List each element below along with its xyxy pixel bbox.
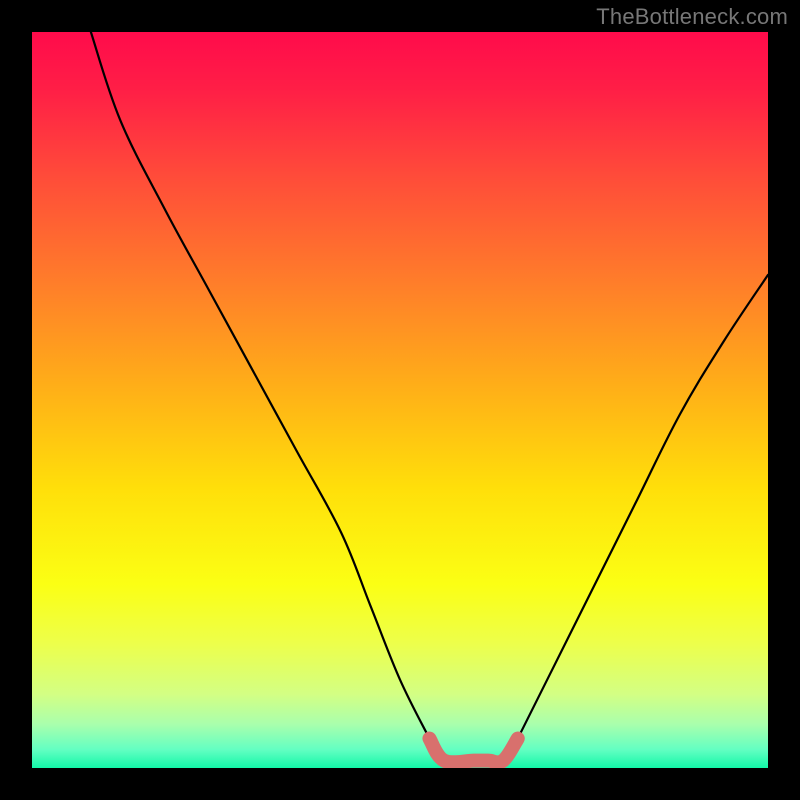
left-curve <box>91 32 430 739</box>
chart-frame: TheBottleneck.com <box>0 0 800 800</box>
watermark-label: TheBottleneck.com <box>596 4 788 30</box>
right-curve <box>518 275 768 739</box>
plot-area <box>32 32 768 768</box>
curve-layer <box>32 32 768 768</box>
valley-bump <box>429 739 517 763</box>
